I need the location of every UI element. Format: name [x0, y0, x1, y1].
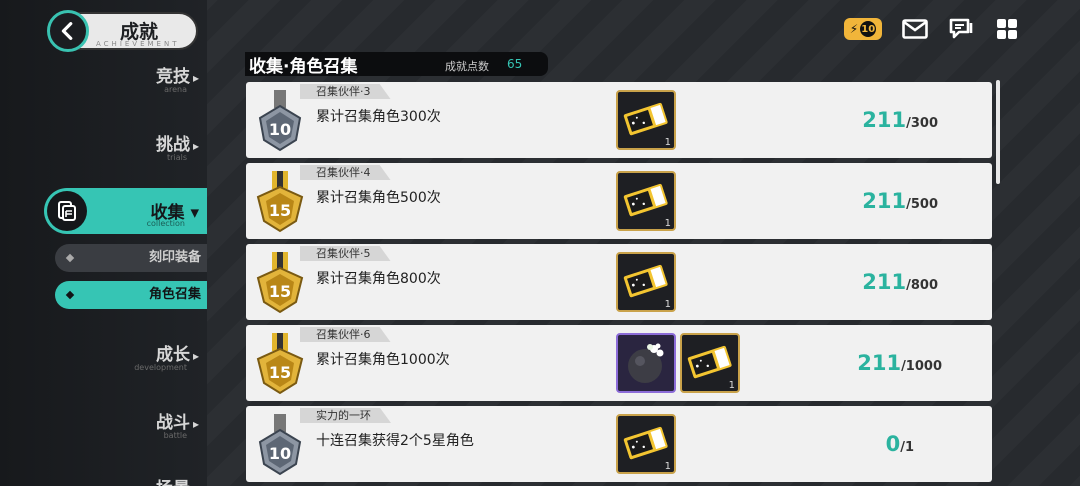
sidebar-item-label: 挑战 — [156, 130, 199, 155]
diamond-icon — [65, 290, 75, 300]
achievement-description: 累计召集角色1000次 — [316, 352, 450, 368]
top-toolbar: ⚡ 10 — [844, 16, 1020, 42]
sidebar-item-sublabel: development — [134, 363, 187, 372]
sidebar-item-arena[interactable]: 竞技 arena — [156, 62, 199, 94]
achievement-list[interactable]: 召集伙伴·3 10 累计召集角色300次 1 211/300 召集伙伴·4 15… — [246, 82, 992, 486]
grid-menu-icon[interactable] — [994, 16, 1020, 42]
reward-ticket[interactable]: 1 — [616, 90, 676, 150]
back-arrow-icon — [47, 10, 89, 52]
points-value: 65 — [507, 57, 523, 71]
section-title: 收集·角色召集 — [249, 57, 358, 77]
reward-count: 1 — [664, 218, 671, 229]
reward-count: 1 — [728, 380, 735, 391]
silver-medal-icon: 10 — [258, 90, 302, 152]
achievement-progress: 211/300 — [862, 108, 938, 132]
scrollbar[interactable] — [996, 80, 1000, 184]
achievement-tag: 召集伙伴·4 — [300, 165, 391, 180]
achievement-tag: 召集伙伴·6 — [300, 327, 391, 342]
achievement-card[interactable]: 召集伙伴·3 10 累计召集角色300次 1 211/300 — [246, 82, 992, 158]
achievement-card[interactable]: 召集伙伴·6 15 累计召集角色1000次 1 211/1000 — [246, 325, 992, 401]
gold-medal-icon: 15 — [256, 171, 304, 233]
reward-ticket[interactable]: 1 — [616, 252, 676, 312]
energy-badge[interactable]: ⚡ 10 — [844, 18, 882, 40]
subnav-item-engraving[interactable]: 刻印装备 — [55, 244, 207, 272]
achievement-description: 累计召集角色300次 — [316, 109, 441, 125]
mail-icon[interactable] — [902, 16, 928, 42]
orb-icon — [628, 343, 664, 383]
achievement-description: 累计召集角色800次 — [316, 271, 441, 287]
reward-count: 1 — [664, 137, 671, 148]
reward-ticket[interactable]: 1 — [680, 333, 740, 393]
subnav-item-label: 角色召集 — [148, 287, 201, 302]
page-subtitle: ACHIEVEMENT — [96, 40, 180, 48]
sidebar-item-label: 场景 — [156, 474, 199, 486]
points-label: 成就点数 — [445, 60, 489, 73]
reward-ticket[interactable]: 1 — [616, 414, 676, 474]
achievement-description: 十连召集获得2个5星角色 — [316, 433, 474, 449]
back-button[interactable]: 成就 ACHIEVEMENT — [47, 10, 198, 52]
reward-count: 1 — [664, 461, 671, 472]
section-header: 收集·角色召集 成就点数 65 — [245, 52, 548, 77]
silver-medal-icon: 10 — [258, 414, 302, 476]
sidebar-item-label: 竞技 — [156, 62, 199, 87]
achievement-card[interactable]: 召集伙伴·4 15 累计召集角色500次 1 211/500 — [246, 163, 992, 239]
achievement-progress: 0/1 — [885, 432, 914, 456]
sidebar: 成就 ACHIEVEMENT 竞技 arena 挑战 trials 收集 ▾ c… — [0, 0, 207, 486]
medal-number: 15 — [269, 201, 291, 220]
collection-icon — [47, 191, 87, 231]
achievement-tag: 召集伙伴·5 — [300, 246, 391, 261]
subnav-item-recruit[interactable]: 角色召集 — [55, 281, 207, 309]
chat-icon[interactable] — [948, 16, 974, 42]
reward-orb[interactable] — [616, 333, 676, 393]
medal-number: 10 — [269, 120, 291, 139]
achievement-progress: 211/1000 — [857, 351, 942, 375]
sidebar-item-label: 战斗 — [156, 408, 199, 433]
subnav-item-label: 刻印装备 — [148, 250, 201, 265]
achievement-description: 累计召集角色500次 — [316, 190, 441, 206]
energy-count: 10 — [860, 21, 877, 37]
sidebar-item-collection[interactable]: 收集 ▾ collection — [44, 188, 207, 234]
achievement-progress: 211/500 — [862, 189, 938, 213]
medal-number: 15 — [269, 363, 291, 382]
achievement-tag: 实力的一环 — [300, 408, 391, 423]
lightning-icon: ⚡ — [849, 22, 859, 36]
medal-number: 15 — [269, 282, 291, 301]
sidebar-item-label: 成长 — [134, 340, 199, 365]
reward-ticket[interactable]: 1 — [616, 171, 676, 231]
medal-number: 10 — [269, 444, 291, 463]
gold-medal-icon: 15 — [256, 252, 304, 314]
achievement-progress: 211/800 — [862, 270, 938, 294]
achievement-tag: 召集伙伴·3 — [300, 84, 391, 99]
gold-medal-icon: 15 — [256, 333, 304, 395]
achievement-card[interactable]: 实力的一环 10 十连召集获得2个5星角色 1 0/1 — [246, 406, 992, 482]
sidebar-item-development[interactable]: 成长 development — [134, 340, 199, 372]
sidebar-item-scene[interactable]: 场景 — [156, 474, 199, 486]
diamond-icon — [65, 253, 75, 263]
reward-count: 1 — [664, 299, 671, 310]
achievement-card[interactable]: 召集伙伴·5 15 累计召集角色800次 1 211/800 — [246, 244, 992, 320]
sidebar-item-trials[interactable]: 挑战 trials — [156, 130, 199, 162]
sidebar-item-battle[interactable]: 战斗 battle — [156, 408, 199, 440]
sidebar-item-sublabel: collection — [146, 219, 185, 228]
